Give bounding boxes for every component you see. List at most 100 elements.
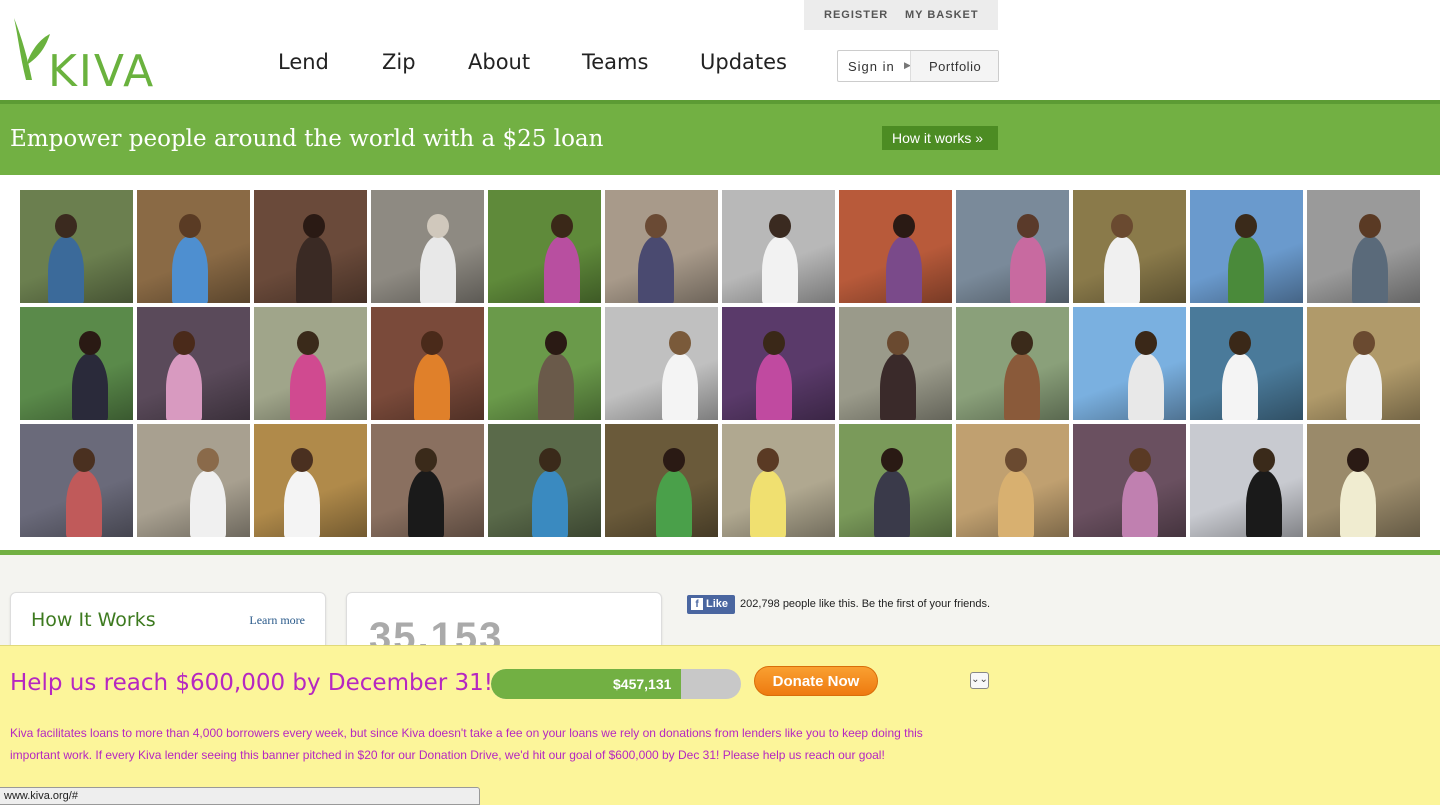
borrower-photo[interactable] <box>605 190 718 303</box>
donation-banner: Help us reach $600,000 by December 31! $… <box>0 645 1440 805</box>
portfolio-label: Portfolio <box>929 59 982 74</box>
borrower-figure <box>1246 470 1282 537</box>
borrower-figure <box>656 470 692 537</box>
borrower-photo[interactable] <box>371 190 484 303</box>
borrower-photo[interactable] <box>371 307 484 420</box>
borrower-figure <box>750 470 786 537</box>
borrower-head <box>893 214 915 238</box>
borrower-photo[interactable] <box>722 307 835 420</box>
borrower-head <box>769 214 791 238</box>
borrower-figure <box>662 353 698 420</box>
borrower-photo[interactable] <box>254 307 367 420</box>
borrower-photo[interactable] <box>371 424 484 537</box>
borrower-photo[interactable] <box>20 424 133 537</box>
borrower-photo[interactable] <box>956 190 1069 303</box>
signin-widget: Sign in ▶ Portfolio <box>837 50 999 82</box>
borrower-figure <box>72 353 108 420</box>
borrower-head <box>1135 331 1157 355</box>
borrower-figure <box>886 236 922 303</box>
facebook-like-text: 202,798 people like this. Be the first o… <box>740 598 991 610</box>
nav-updates[interactable]: Updates <box>700 50 787 74</box>
borrower-photo[interactable] <box>605 424 718 537</box>
site-header: KIVA Lend Zip About Teams Updates REGIST… <box>0 0 1440 100</box>
borrower-photo[interactable] <box>1073 307 1186 420</box>
learn-more-link[interactable]: Learn more <box>249 613 305 628</box>
borrower-photo[interactable] <box>20 190 133 303</box>
borrower-photo[interactable] <box>1190 424 1303 537</box>
borrower-head <box>757 448 779 472</box>
borrower-photo[interactable] <box>137 190 250 303</box>
borrower-photo-grid <box>20 190 1420 537</box>
borrower-head <box>1229 331 1251 355</box>
borrower-figure <box>1122 470 1158 537</box>
borrower-photo[interactable] <box>254 424 367 537</box>
borrower-photo[interactable] <box>488 307 601 420</box>
borrower-head <box>1235 214 1257 238</box>
borrower-photo[interactable] <box>956 307 1069 420</box>
borrower-photo[interactable] <box>1307 424 1420 537</box>
nav-zip[interactable]: Zip <box>382 50 416 74</box>
kiva-logo[interactable]: KIVA <box>8 16 153 97</box>
borrower-head <box>73 448 95 472</box>
borrower-figure <box>1004 353 1040 420</box>
nav-teams[interactable]: Teams <box>582 50 648 74</box>
nav-lend[interactable]: Lend <box>278 50 329 74</box>
signin-button[interactable]: Sign in <box>848 59 895 74</box>
borrower-head <box>1359 214 1381 238</box>
borrower-figure <box>172 236 208 303</box>
borrower-photo[interactable] <box>20 307 133 420</box>
borrower-photo[interactable] <box>722 424 835 537</box>
borrower-photo[interactable] <box>488 190 601 303</box>
borrower-figure <box>1128 353 1164 420</box>
borrower-head <box>179 214 201 238</box>
borrower-photo[interactable] <box>1190 190 1303 303</box>
portfolio-button[interactable]: Portfolio <box>910 51 998 81</box>
borrower-photo[interactable] <box>1073 424 1186 537</box>
borrower-photo[interactable] <box>254 190 367 303</box>
borrower-photo[interactable] <box>956 424 1069 537</box>
borrower-photo[interactable] <box>488 424 601 537</box>
register-link[interactable]: REGISTER <box>824 9 888 21</box>
basket-link[interactable]: MY BASKET <box>905 9 979 21</box>
collapse-chevron-icon[interactable]: ⌄⌄ <box>970 672 989 689</box>
borrower-figure <box>1340 470 1376 537</box>
borrower-head <box>663 448 685 472</box>
how-it-works-button[interactable]: How it works » <box>882 126 998 150</box>
borrower-figure <box>532 470 568 537</box>
borrower-head <box>1005 448 1027 472</box>
donation-body-text: Kiva facilitates loans to more than 4,00… <box>10 726 923 762</box>
borrower-photo[interactable] <box>137 307 250 420</box>
borrower-head <box>415 448 437 472</box>
borrower-figure <box>638 236 674 303</box>
borrower-photo[interactable] <box>839 307 952 420</box>
borrower-figure <box>408 470 444 537</box>
card-title: How It Works <box>31 609 156 631</box>
borrower-photo[interactable] <box>137 424 250 537</box>
borrower-head <box>1253 448 1275 472</box>
hero-title: Empower people around the world with a $… <box>10 126 604 152</box>
borrower-head <box>1353 331 1375 355</box>
borrower-photo[interactable] <box>839 424 952 537</box>
facebook-like-button[interactable]: f Like <box>687 595 735 614</box>
borrower-photo[interactable] <box>1190 307 1303 420</box>
donate-now-button[interactable]: Donate Now <box>754 666 878 696</box>
borrower-photo[interactable] <box>1073 190 1186 303</box>
borrower-head <box>551 214 573 238</box>
borrower-figure <box>1228 236 1264 303</box>
donation-title: Help us reach $600,000 by December 31! <box>10 670 493 696</box>
borrower-photo[interactable] <box>1307 190 1420 303</box>
borrower-head <box>1347 448 1369 472</box>
borrower-head <box>79 331 101 355</box>
borrower-photo[interactable] <box>839 190 952 303</box>
borrower-figure <box>998 470 1034 537</box>
borrower-figure <box>414 353 450 420</box>
borrower-photo[interactable] <box>605 307 718 420</box>
borrower-figure <box>1222 353 1258 420</box>
like-label: Like <box>706 598 729 610</box>
borrower-figure <box>880 353 916 420</box>
borrower-photo[interactable] <box>1307 307 1420 420</box>
borrower-figure <box>290 353 326 420</box>
borrower-figure <box>874 470 910 537</box>
borrower-photo[interactable] <box>722 190 835 303</box>
nav-about[interactable]: About <box>468 50 530 74</box>
